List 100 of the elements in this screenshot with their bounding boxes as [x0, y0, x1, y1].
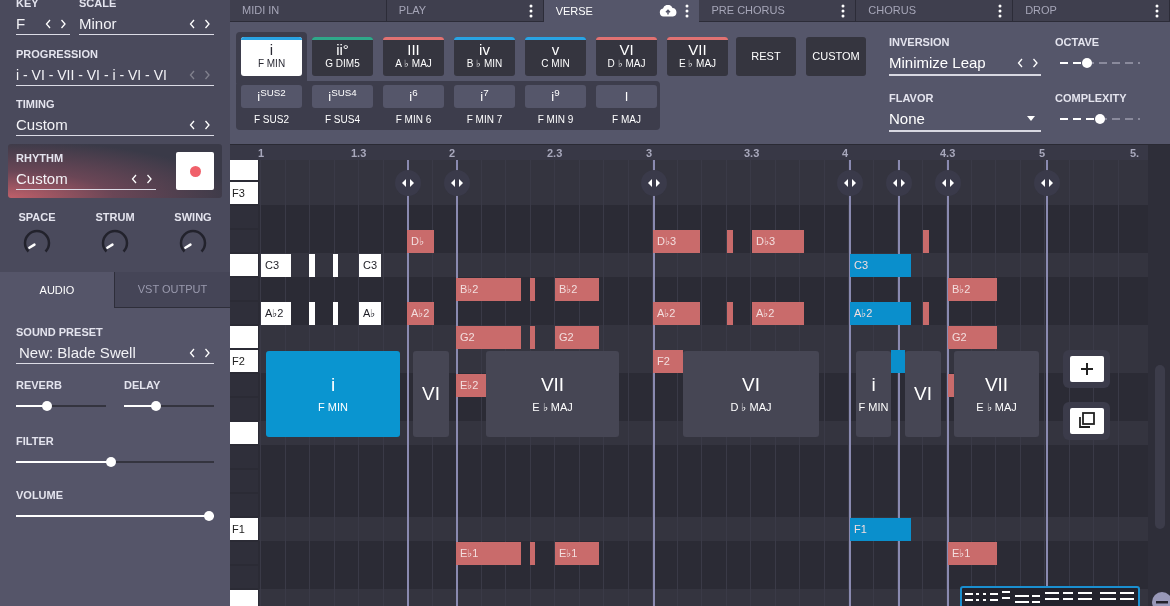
field-label: SCALE — [79, 0, 118, 10]
previous-button[interactable] — [1017, 58, 1024, 68]
ruler-label: 2.3 — [547, 146, 563, 160]
ruler-label: 2 — [449, 146, 456, 160]
ruler-label: 4.3 — [940, 146, 956, 160]
slider-thumb[interactable] — [42, 401, 53, 411]
section-tab[interactable]: DROP — [1013, 0, 1170, 22]
variation-label: F MIN 9 — [537, 114, 574, 126]
section-tab[interactable]: CHORUS — [856, 0, 1014, 22]
kebab-menu-icon[interactable] — [685, 4, 690, 18]
chord-block[interactable]: i F MIN — [856, 351, 891, 437]
slider[interactable] — [16, 401, 106, 411]
chord-block[interactable]: VI — [413, 351, 449, 437]
record-icon — [189, 165, 201, 177]
section-tab[interactable]: PLAY — [386, 0, 544, 22]
previous-button[interactable] — [131, 174, 138, 184]
note[interactable]: A♭2 — [261, 302, 291, 325]
variation-button[interactable]: i$^{9}$ — [525, 85, 586, 108]
previous-button[interactable] — [189, 19, 196, 29]
resize-handle-icon[interactable] — [395, 170, 421, 196]
field-label: RHYTHM — [16, 152, 65, 165]
resize-handle-icon[interactable] — [1034, 170, 1060, 196]
variation-button[interactable]: i$^{SUS2}$ — [241, 85, 302, 108]
ruler-label: 4 — [842, 146, 849, 160]
chord-button[interactable]: VII E ♭ MAJ — [667, 37, 728, 76]
kebab-menu-icon[interactable] — [528, 3, 533, 18]
chord-button[interactable]: i F MIN — [241, 37, 302, 76]
slider[interactable] — [124, 401, 214, 411]
slider-label: DELAY — [124, 379, 162, 392]
add-button[interactable] — [1063, 350, 1110, 388]
slider-thumb[interactable] — [1081, 58, 1092, 68]
chord-block[interactable]: VI D ♭ MAJ — [683, 351, 819, 437]
chord-block[interactable]: VI — [905, 351, 941, 437]
variation-label: F MIN 6 — [395, 114, 432, 126]
output-tab[interactable]: AUDIO — [0, 272, 114, 308]
chord-button[interactable]: iv B ♭ MIN — [454, 37, 515, 76]
piano-key[interactable]: F3 — [230, 182, 258, 204]
resize-handle-icon[interactable] — [641, 170, 667, 196]
note[interactable]: A♭ — [359, 302, 381, 325]
resize-handle-icon[interactable] — [837, 170, 863, 196]
next-button[interactable] — [146, 174, 153, 184]
piano-key[interactable]: F2 — [230, 350, 258, 372]
section-tab[interactable]: MIDI IN — [230, 0, 387, 22]
chord-block[interactable]: VII E ♭ MAJ — [954, 351, 1039, 437]
field-label: INVERSION — [889, 36, 951, 49]
variation-button[interactable]: i$^{SUS4}$ — [312, 85, 373, 108]
slider[interactable] — [16, 457, 214, 467]
minimap-drawing[interactable] — [960, 586, 1140, 606]
ruler-label: 5. — [1130, 146, 1140, 160]
piano-key[interactable]: F1 — [230, 518, 258, 540]
variation-button[interactable]: i$^{7}$ — [454, 85, 515, 108]
note[interactable]: C3 — [261, 254, 291, 277]
note[interactable]: C3 — [359, 254, 381, 277]
next-button[interactable] — [1032, 58, 1039, 68]
plus-icon — [1069, 356, 1104, 382]
chord-button[interactable]: ii° G DIM5 — [312, 37, 373, 76]
resize-handle-icon[interactable] — [886, 170, 912, 196]
next-button[interactable] — [204, 19, 211, 29]
kebab-menu-icon[interactable] — [841, 3, 846, 18]
select-field[interactable]: Minor — [79, 15, 214, 35]
slider-thumb[interactable] — [151, 401, 162, 411]
variation-button[interactable]: I — [596, 85, 657, 108]
next-button[interactable] — [60, 19, 67, 29]
select-field[interactable]: Custom — [16, 170, 156, 190]
section-tab[interactable]: VERSE — [543, 0, 700, 22]
slider[interactable] — [16, 511, 214, 521]
previous-button[interactable] — [189, 120, 196, 130]
variation-button[interactable]: i$^{6}$ — [383, 85, 444, 108]
chord-button[interactable]: v C MIN — [525, 37, 586, 76]
chord-button[interactable]: VI D ♭ MAJ — [596, 37, 657, 76]
chord-button[interactable]: III A ♭ MAJ — [383, 37, 444, 76]
select-field[interactable]: Custom — [16, 116, 214, 136]
copy-button[interactable] — [1063, 402, 1110, 440]
select-field[interactable]: Minimize Leap — [889, 54, 1041, 76]
knob-label: SPACE — [18, 211, 56, 224]
slider-thumb[interactable] — [204, 511, 214, 521]
select-field[interactable]: None — [889, 110, 1041, 132]
piano-key[interactable] — [230, 158, 258, 180]
select-field[interactable]: F — [16, 15, 70, 35]
resize-handle-icon[interactable] — [935, 170, 961, 196]
resize-handle-icon[interactable] — [444, 170, 470, 196]
slider-thumb[interactable] — [1095, 114, 1105, 124]
cloud-icon[interactable] — [659, 5, 678, 17]
palette-button[interactable]: REST — [736, 37, 796, 76]
chord-block[interactable]: VII E ♭ MAJ — [486, 351, 619, 437]
field-label: FLAVOR — [889, 92, 935, 105]
kebab-menu-icon[interactable] — [1154, 3, 1159, 18]
record-button[interactable] — [176, 152, 214, 190]
previous-button[interactable] — [189, 348, 196, 358]
next-button[interactable] — [204, 120, 211, 130]
next-button[interactable] — [204, 348, 211, 358]
select-field[interactable]: New: Blade Swell — [16, 344, 214, 364]
slider-thumb[interactable] — [106, 457, 117, 467]
previous-button[interactable] — [45, 19, 52, 29]
palette-button[interactable]: CUSTOM — [806, 37, 866, 76]
section-tab[interactable]: PRE CHORUS — [699, 0, 857, 22]
variation-label: F MAJ — [612, 114, 641, 126]
ruler-label: 3 — [646, 146, 653, 160]
field-label: KEY — [16, 0, 40, 10]
kebab-menu-icon[interactable] — [998, 3, 1003, 18]
